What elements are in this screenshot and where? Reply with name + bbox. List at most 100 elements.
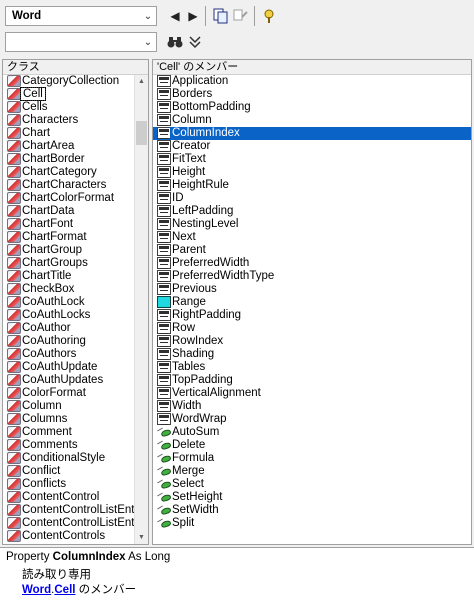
class-list-item[interactable]: ChartBorder xyxy=(3,153,135,166)
search-dropdown[interactable]: ⌄ xyxy=(5,32,157,52)
member-list-item[interactable]: Previous xyxy=(153,283,471,296)
member-list-item[interactable]: SetWidth xyxy=(153,504,471,517)
class-list-item[interactable]: ChartGroups xyxy=(3,257,135,270)
class-list-item[interactable]: Columns xyxy=(3,413,135,426)
class-list-item[interactable]: CoAuthUpdates xyxy=(3,374,135,387)
member-list-item[interactable]: Parent xyxy=(153,244,471,257)
member-list-item[interactable]: NestingLevel xyxy=(153,218,471,231)
library-link[interactable]: Word xyxy=(22,584,51,596)
member-list-item[interactable]: RightPadding xyxy=(153,309,471,322)
property-icon xyxy=(157,348,171,360)
class-list-item[interactable]: CoAuthLocks xyxy=(3,309,135,322)
class-list-item[interactable]: ConditionalStyle xyxy=(3,452,135,465)
member-list-item[interactable]: Tables xyxy=(153,361,471,374)
class-list-item-label: Columns xyxy=(22,413,68,425)
search-button[interactable] xyxy=(166,33,184,51)
member-list-item[interactable]: ID xyxy=(153,192,471,205)
member-list-item[interactable]: Shading xyxy=(153,348,471,361)
class-icon xyxy=(7,75,21,87)
forward-button[interactable]: ▶ xyxy=(184,7,202,25)
chevron-down-icon[interactable]: ⌄ xyxy=(140,33,156,51)
class-list-item[interactable]: Characters xyxy=(3,114,135,127)
back-button[interactable]: ◀ xyxy=(166,7,184,25)
copy-to-clipboard-button[interactable] xyxy=(212,7,230,25)
member-list-item[interactable]: TopPadding xyxy=(153,374,471,387)
class-list-item[interactable]: Comment xyxy=(3,426,135,439)
class-list-item[interactable]: ChartTitle xyxy=(3,270,135,283)
class-list-item-label: CoAuthLock xyxy=(22,296,85,308)
class-list-item[interactable]: ChartColorFormat xyxy=(3,192,135,205)
class-list-item[interactable]: Cell xyxy=(3,87,135,101)
member-list-item[interactable]: Application xyxy=(153,75,471,88)
class-list-item[interactable]: Cells xyxy=(3,101,135,114)
chevron-down-icon[interactable]: ⌄ xyxy=(140,7,156,25)
member-list-item[interactable]: WordWrap xyxy=(153,413,471,426)
copy-icon xyxy=(213,8,228,24)
member-list-item[interactable]: PreferredWidthType xyxy=(153,270,471,283)
scroll-up-icon[interactable]: ▲ xyxy=(135,75,148,88)
member-list-item[interactable]: Creator xyxy=(153,140,471,153)
member-list-item[interactable]: Row xyxy=(153,322,471,335)
library-dropdown[interactable]: Word ⌄ xyxy=(5,6,157,26)
class-list-item[interactable]: Conflict xyxy=(3,465,135,478)
classes-scrollbar[interactable]: ▲ ▼ xyxy=(134,75,148,544)
help-button[interactable] xyxy=(260,7,278,25)
member-list-item[interactable]: LeftPadding xyxy=(153,205,471,218)
method-icon xyxy=(157,517,171,529)
class-list-item[interactable]: ChartFormat xyxy=(3,231,135,244)
member-list-item[interactable]: RowIndex xyxy=(153,335,471,348)
class-list-item[interactable]: ContentControls xyxy=(3,530,135,543)
member-list-item[interactable]: Borders xyxy=(153,88,471,101)
class-list-item[interactable]: Column xyxy=(3,400,135,413)
property-icon xyxy=(157,101,171,113)
class-icon xyxy=(7,335,21,347)
class-icon xyxy=(7,478,21,490)
scrollbar-thumb[interactable] xyxy=(136,121,147,145)
member-list-item[interactable]: Height xyxy=(153,166,471,179)
class-list-item[interactable]: ColorFormat xyxy=(3,387,135,400)
class-list-item[interactable]: CoAuthor xyxy=(3,322,135,335)
class-link[interactable]: Cell xyxy=(54,584,75,596)
class-list-item[interactable]: ContentControlListEnt xyxy=(3,504,135,517)
class-list-item[interactable]: CoAuthUpdate xyxy=(3,361,135,374)
show-hide-search-results-button[interactable] xyxy=(186,33,204,51)
member-list-item[interactable]: FitText xyxy=(153,153,471,166)
member-list-item[interactable]: AutoSum xyxy=(153,426,471,439)
member-list-item-label: FitText xyxy=(172,153,206,165)
member-list-item[interactable]: HeightRule xyxy=(153,179,471,192)
member-list-item[interactable]: ColumnIndex xyxy=(153,127,471,140)
member-list-item[interactable]: BottomPadding xyxy=(153,101,471,114)
class-list-item[interactable]: Chart xyxy=(3,127,135,140)
class-list-item[interactable]: ContentControlListEnt xyxy=(3,517,135,530)
class-list-item[interactable]: Conflicts xyxy=(3,478,135,491)
class-list-item[interactable]: CoAuthors xyxy=(3,348,135,361)
view-definition-button[interactable] xyxy=(232,7,250,25)
member-list-item[interactable]: Formula xyxy=(153,452,471,465)
class-list-item[interactable]: ChartCategory xyxy=(3,166,135,179)
member-list-item[interactable]: Column xyxy=(153,114,471,127)
scroll-down-icon[interactable]: ▼ xyxy=(135,531,148,544)
class-list-item[interactable]: CoAuthLock xyxy=(3,296,135,309)
member-list-item[interactable]: VerticalAlignment xyxy=(153,387,471,400)
class-list-item[interactable]: ChartData xyxy=(3,205,135,218)
class-list-item[interactable]: ContentControl xyxy=(3,491,135,504)
member-list-item[interactable]: Range xyxy=(153,296,471,309)
member-list-item[interactable]: Merge xyxy=(153,465,471,478)
member-list-item[interactable]: Width xyxy=(153,400,471,413)
method-icon xyxy=(157,504,171,516)
member-list-item[interactable]: Select xyxy=(153,478,471,491)
class-list-item[interactable]: ChartFont xyxy=(3,218,135,231)
class-list-item[interactable]: ChartGroup xyxy=(3,244,135,257)
member-list-item[interactable]: PreferredWidth xyxy=(153,257,471,270)
class-list-item[interactable]: CheckBox xyxy=(3,283,135,296)
member-list-item[interactable]: Next xyxy=(153,231,471,244)
member-list-item-label: Height xyxy=(172,166,206,178)
property-icon xyxy=(157,153,171,165)
class-list-item[interactable]: ChartCharacters xyxy=(3,179,135,192)
member-list-item[interactable]: SetHeight xyxy=(153,491,471,504)
class-list-item[interactable]: ChartArea xyxy=(3,140,135,153)
member-list-item[interactable]: Delete xyxy=(153,439,471,452)
member-list-item[interactable]: Split xyxy=(153,517,471,530)
class-list-item[interactable]: CoAuthoring xyxy=(3,335,135,348)
class-list-item[interactable]: Comments xyxy=(3,439,135,452)
